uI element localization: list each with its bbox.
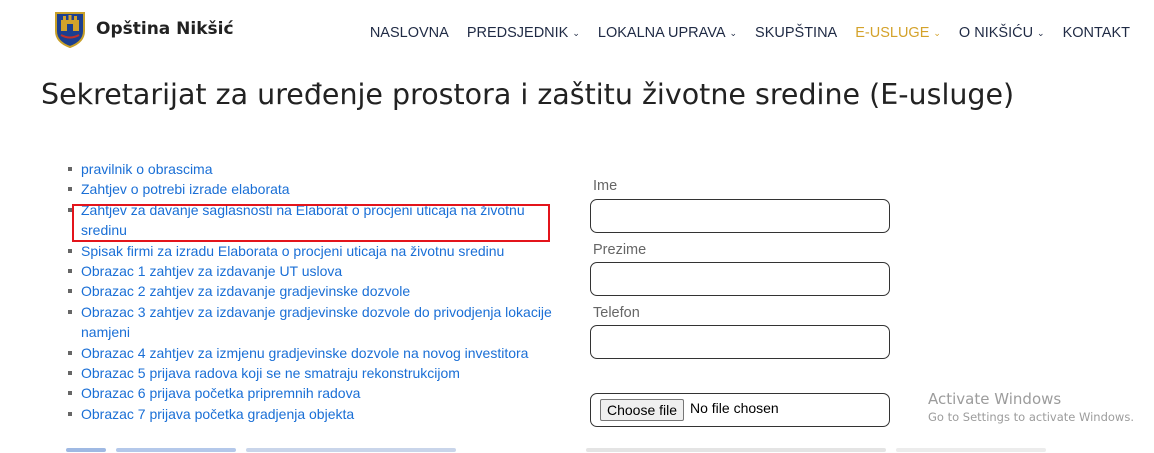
list-item: Zahtjev o potrebi izrade elaborata bbox=[66, 179, 571, 199]
list-item: Obrazac 6 prijava početka pripremnih rad… bbox=[66, 383, 571, 403]
nav-item-3[interactable]: LOKALNA UPRAVA ⌄ bbox=[598, 25, 737, 41]
file-status-text: No file chosen bbox=[690, 400, 779, 416]
list-item: Obrazac 2 zahtjev za izdavanje gradjevin… bbox=[66, 281, 571, 301]
activate-windows-watermark: Activate Windows Go to Settings to activ… bbox=[928, 390, 1134, 424]
ime-input[interactable] bbox=[590, 199, 890, 233]
nav-item-7[interactable]: KONTAKT bbox=[1063, 25, 1130, 41]
e-services-link-list: pravilnik o obrascima Zahtjev o potrebi i… bbox=[66, 159, 571, 424]
list-item: Obrazac 4 zahtjev za izmjenu gradjevinsk… bbox=[66, 343, 571, 363]
selection-highlight-box bbox=[72, 204, 550, 242]
nav-item-label: SKUPŠTINA bbox=[755, 25, 838, 41]
nav-item-5[interactable]: E-USLUGE ⌄ bbox=[855, 25, 941, 41]
nav-item-label: NASLOVNA bbox=[369, 25, 449, 41]
nav-item-1[interactable]: NASLOVNA bbox=[370, 25, 449, 41]
site-logo[interactable]: Opština Nikšić bbox=[53, 10, 234, 48]
telefon-label: Telefon bbox=[593, 305, 640, 321]
list-item: Obrazac 3 zahtjev za izdavanje gradjevin… bbox=[66, 302, 571, 343]
chevron-down-icon[interactable]: ⌄ bbox=[572, 28, 580, 38]
site-header: Opština Nikšić NASLOVNA PREDSJEDNIK ⌄ LOKAL… bbox=[0, 0, 1154, 70]
choose-file-button[interactable]: Choose file bbox=[600, 399, 685, 421]
document-link[interactable]: Obrazac 4 zahtjev za izmjenu gradjevinsk… bbox=[81, 345, 528, 361]
nav-item-label: LOKALNA UPRAVA bbox=[597, 25, 726, 41]
list-item: Obrazac 1 zahtjev za izdavanje UT uslova bbox=[66, 261, 571, 281]
nav-item-4[interactable]: SKUPŠTINA bbox=[755, 25, 837, 41]
document-link[interactable]: Zahtjev o potrebi izrade elaborata bbox=[81, 181, 290, 197]
list-item: pravilnik o obrascima bbox=[66, 159, 571, 179]
telefon-input[interactable] bbox=[590, 325, 890, 359]
nav-item-6[interactable]: O NIKŠIĆU ⌄ bbox=[959, 25, 1045, 41]
prezime-input[interactable] bbox=[590, 262, 890, 296]
nav-item-label: O NIKŠIĆU bbox=[958, 25, 1034, 41]
nav-item-label: KONTAKT bbox=[1062, 25, 1130, 41]
watermark-title: Activate Windows bbox=[928, 390, 1062, 408]
list-item: Obrazac 7 prijava početka gradjenja obje… bbox=[66, 404, 571, 424]
nav-item-label: E-USLUGE bbox=[855, 25, 930, 41]
list-item: Spisak firmi za izradu Elaborata o procj… bbox=[66, 241, 571, 261]
file-upload-field[interactable]: Choose file No file chosen bbox=[590, 393, 890, 427]
nav-item-label: PREDSJEDNIK bbox=[466, 25, 569, 41]
site-brand-name[interactable]: Opština Nikšić bbox=[96, 19, 234, 39]
watermark-subtitle: Go to Settings to activate Windows. bbox=[928, 410, 1134, 424]
prezime-label: Prezime bbox=[593, 242, 647, 258]
main-nav: NASLOVNA PREDSJEDNIK ⌄ LOKALNA UPRAVA ⌄ SKUPŠ… bbox=[352, 25, 1130, 41]
document-link[interactable]: Obrazac 1 zahtjev za izdavanje UT uslova bbox=[81, 263, 342, 279]
document-link[interactable]: Obrazac 6 prijava početka pripremnih rad… bbox=[81, 385, 360, 401]
document-link[interactable]: Obrazac 2 zahtjev za izdavanje gradjevin… bbox=[81, 283, 410, 299]
nav-item-2[interactable]: PREDSJEDNIK ⌄ bbox=[467, 25, 580, 41]
chevron-down-icon[interactable]: ⌄ bbox=[730, 28, 738, 38]
list-item: Obrazac 5 prijava radova koji se ne smat… bbox=[66, 363, 571, 383]
chevron-down-icon[interactable]: ⌄ bbox=[1037, 28, 1045, 38]
ime-label: Ime bbox=[593, 178, 618, 194]
page-title: Sekretarijat za uređenje prostora i zašt… bbox=[41, 78, 1015, 111]
document-link[interactable]: Obrazac 5 prijava radova koji se ne smat… bbox=[81, 365, 460, 381]
document-link[interactable]: Obrazac 7 prijava početka gradjenja obje… bbox=[81, 406, 354, 422]
document-link[interactable]: Obrazac 3 zahtjev za izdavanje gradjevin… bbox=[81, 304, 552, 340]
cut-off-text-row bbox=[66, 448, 1046, 452]
coat-of-arms-icon bbox=[55, 12, 85, 48]
chevron-down-icon[interactable]: ⌄ bbox=[933, 28, 941, 38]
document-link[interactable]: Spisak firmi za izradu Elaborata o procj… bbox=[81, 243, 504, 259]
document-link[interactable]: pravilnik o obrascima bbox=[81, 161, 213, 177]
